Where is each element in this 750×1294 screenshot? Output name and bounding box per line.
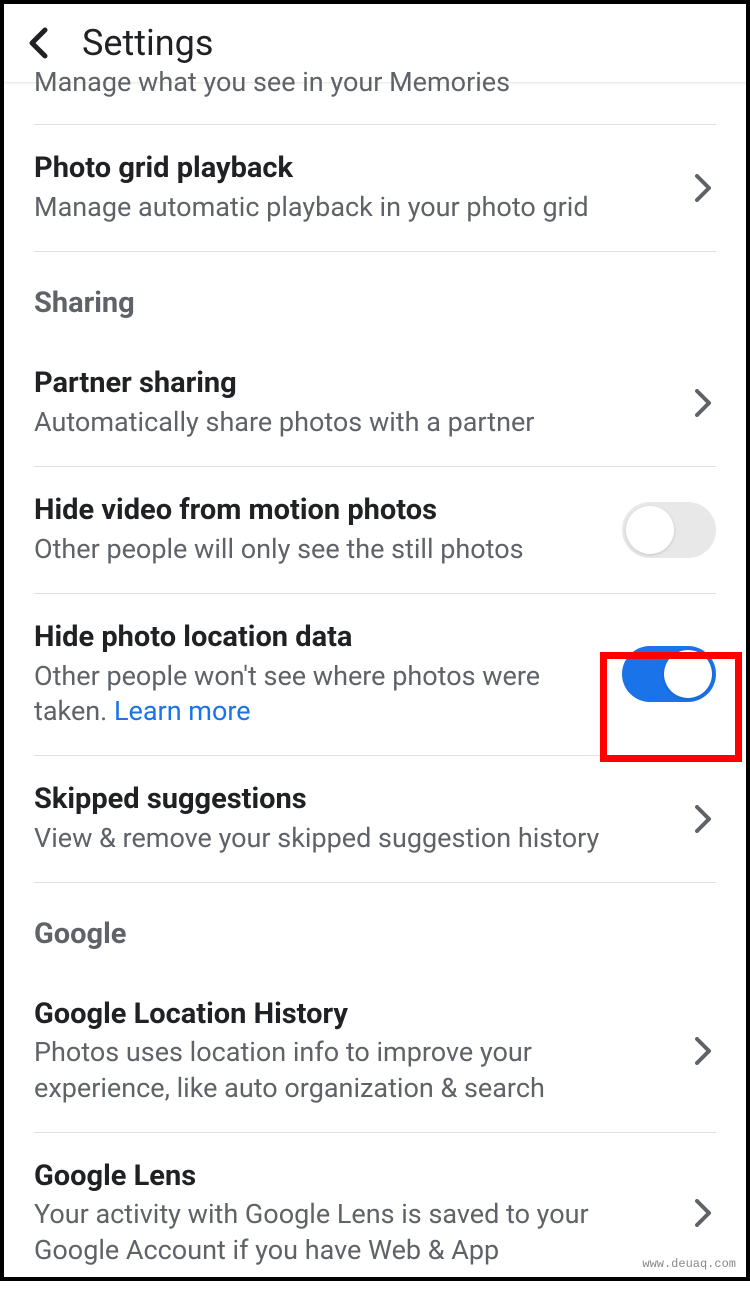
chevron-left-icon xyxy=(28,27,48,59)
section-google: Google xyxy=(34,883,716,971)
location-history-row[interactable]: Google Location History Photos uses loca… xyxy=(34,971,716,1133)
toggle-knob xyxy=(626,506,674,554)
hide-video-row[interactable]: Hide video from motion photos Other peop… xyxy=(34,467,716,594)
chevron-right-icon xyxy=(690,390,716,416)
chevron-right-icon xyxy=(690,175,716,201)
hide-video-toggle[interactable] xyxy=(622,502,716,558)
memories-subtitle: Manage what you see in your Memories xyxy=(34,65,716,100)
row-subtitle: Photos uses location info to improve you… xyxy=(34,1035,674,1105)
row-title: Google Lens xyxy=(34,1159,674,1194)
row-title: Skipped suggestions xyxy=(34,782,674,817)
watermark: www.deuaq.com xyxy=(642,1257,736,1271)
row-title: Photo grid playback xyxy=(34,151,674,186)
photo-grid-playback-row[interactable]: Photo grid playback Manage automatic pla… xyxy=(34,125,716,252)
page-title: Settings xyxy=(82,22,213,64)
row-title: Partner sharing xyxy=(34,366,674,401)
row-subtitle: Automatically share photos with a partne… xyxy=(34,405,674,440)
row-title: Google Location History xyxy=(34,997,674,1032)
back-button[interactable] xyxy=(24,29,52,57)
hide-location-toggle[interactable] xyxy=(622,646,716,702)
row-subtitle: Your activity with Google Lens is saved … xyxy=(34,1197,674,1267)
learn-more-link[interactable]: Learn more xyxy=(114,695,251,727)
row-title: Hide video from motion photos xyxy=(34,493,606,528)
chevron-right-icon xyxy=(690,806,716,832)
section-sharing: Sharing xyxy=(34,252,716,340)
row-subtitle: View & remove your skipped suggestion hi… xyxy=(34,821,674,856)
subtitle-text: Other people won't see where photos were… xyxy=(34,660,540,727)
google-lens-row[interactable]: Google Lens Your activity with Google Le… xyxy=(34,1133,716,1294)
memories-row-cutoff[interactable]: Manage what you see in your Memories xyxy=(34,65,716,125)
row-subtitle: Other people won't see where photos were… xyxy=(34,659,606,729)
chevron-right-icon xyxy=(690,1200,716,1226)
hide-location-row[interactable]: Hide photo location data Other people wo… xyxy=(34,594,716,756)
chevron-right-icon xyxy=(690,1038,716,1064)
row-subtitle: Manage automatic playback in your photo … xyxy=(34,190,674,225)
row-subtitle: Other people will only see the still pho… xyxy=(34,532,606,567)
row-title: Hide photo location data xyxy=(34,620,606,655)
partner-sharing-row[interactable]: Partner sharing Automatically share phot… xyxy=(34,340,716,467)
toggle-knob xyxy=(664,650,712,698)
skipped-suggestions-row[interactable]: Skipped suggestions View & remove your s… xyxy=(34,756,716,883)
settings-list: Manage what you see in your Memories Pho… xyxy=(4,65,746,1294)
